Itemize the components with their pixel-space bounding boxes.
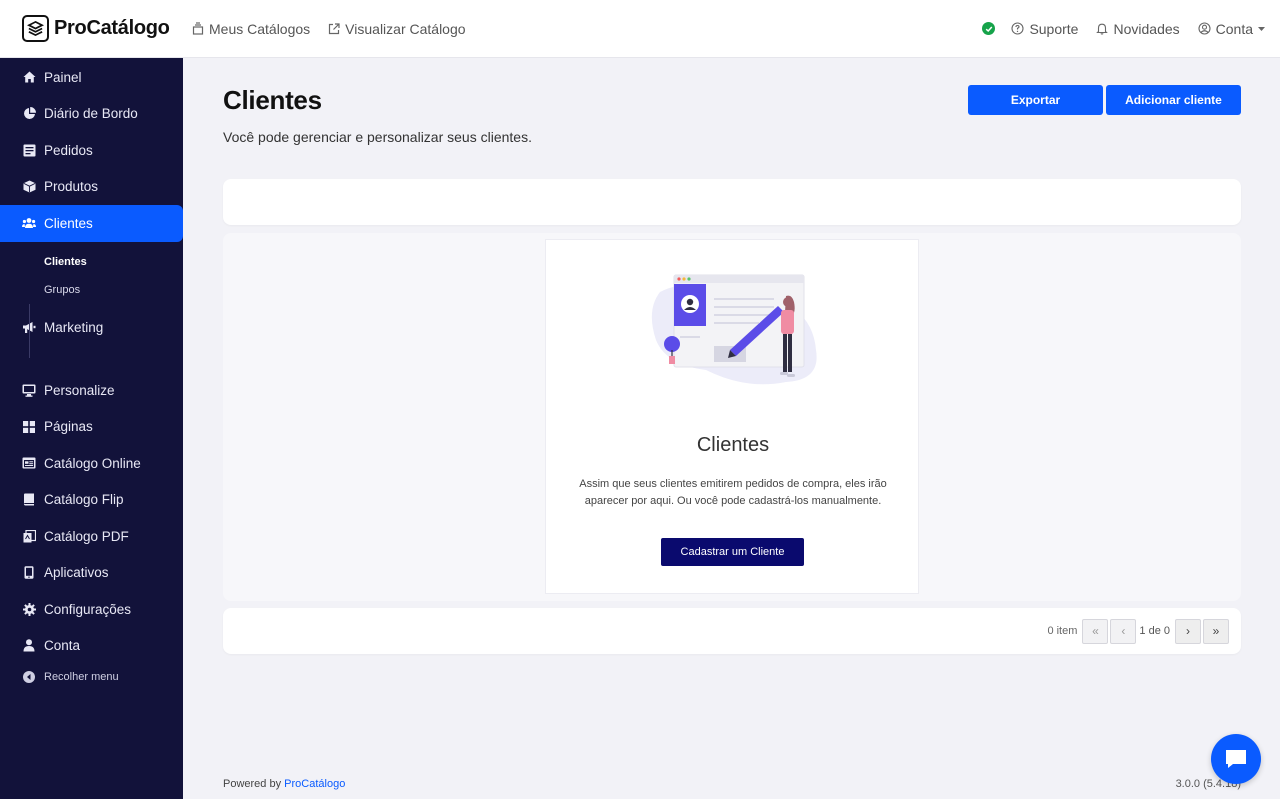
pagination: 0 item « ‹ 1 de 0 › » <box>223 608 1241 654</box>
logo-icon <box>22 15 49 42</box>
sidebar-item-catalogo-online[interactable]: Catálogo Online <box>0 445 183 482</box>
news-label: Novidades <box>1113 20 1180 37</box>
register-client-button[interactable]: Cadastrar um Cliente <box>661 538 804 566</box>
nav-meus-catalogos-label: Meus Catálogos <box>209 20 311 37</box>
nav-visualizar-catalogo-label: Visualizar Catálogo <box>345 20 466 37</box>
submenu-guide-line <box>29 304 30 358</box>
sidebar-item-catalogo-pdf[interactable]: Catálogo PDF <box>0 518 183 555</box>
sidebar-item-aplicativos[interactable]: Aplicativos <box>0 555 183 592</box>
status-check-icon <box>982 22 996 35</box>
procatalogo-link[interactable]: ProCatálogo <box>284 778 345 790</box>
sidebar-item-label: Catálogo Online <box>44 455 141 471</box>
news-link[interactable]: Novidades <box>1096 20 1180 37</box>
next-page-button[interactable]: › <box>1175 618 1201 644</box>
logo[interactable]: ProCatálogo <box>22 15 192 42</box>
monitor-icon <box>22 383 36 397</box>
item-count: 0 item <box>1047 625 1078 637</box>
sidebar-item-label: Pedidos <box>44 142 93 158</box>
stack-icon <box>192 22 204 35</box>
help-circle-icon <box>1011 22 1024 35</box>
main-content: Clientes Você pode gerenciar e personali… <box>183 58 1280 799</box>
sidebar-item-label: Conta <box>44 638 81 654</box>
sidebar-item-produtos[interactable]: Produtos <box>0 169 183 206</box>
collapse-menu-label: Recolher menu <box>44 671 119 683</box>
clients-list-area: Clientes Assim que seus clientes emitire… <box>223 233 1241 601</box>
page-indicator: 1 de 0 <box>1139 625 1170 637</box>
sidebar-item-painel[interactable]: Painel <box>0 59 183 96</box>
support-label: Suporte <box>1029 20 1079 37</box>
nav-visualizar-catalogo[interactable]: Visualizar Catálogo <box>328 20 466 37</box>
support-link[interactable]: Suporte <box>1011 21 1078 37</box>
sidebar-item-pedidos[interactable]: Pedidos <box>0 132 183 169</box>
users-icon <box>22 216 36 230</box>
sidebar-subitem-grupos[interactable]: Grupos <box>0 276 183 305</box>
last-page-button[interactable]: » <box>1203 618 1229 644</box>
first-page-button[interactable]: « <box>1082 618 1109 644</box>
top-bar: ProCatálogo Meus Catálogos Visualizar Ca… <box>0 0 1280 58</box>
chat-bubble-icon <box>1226 750 1246 768</box>
user-icon <box>22 639 36 653</box>
grid-icon <box>22 420 36 434</box>
sidebar-item-label: Catálogo Flip <box>44 492 124 508</box>
gear-icon <box>22 602 36 616</box>
pagination-bar: 0 item « ‹ 1 de 0 › » <box>223 608 1241 654</box>
sidebar-item-personalize[interactable]: Personalize <box>0 372 183 409</box>
prev-page-button[interactable]: ‹ <box>1110 618 1137 644</box>
top-right: Suporte Novidades Conta <box>982 21 1266 37</box>
sidebar-item-label: Personalize <box>44 382 115 398</box>
collapse-arrow-icon <box>22 670 36 684</box>
export-button[interactable]: Exportar <box>968 85 1103 115</box>
pie-chart-icon <box>22 107 36 121</box>
logo-text: ProCatálogo <box>54 17 170 39</box>
sidebar-item-label: Marketing <box>44 320 104 336</box>
user-circle-icon <box>1198 22 1211 35</box>
external-link-icon <box>329 22 340 34</box>
caret-down-icon <box>1258 26 1265 31</box>
box-icon <box>22 180 36 194</box>
empty-state-text: Assim que seus clientes emitirem pedidos… <box>579 478 887 507</box>
sidebar-item-label: Páginas <box>44 419 93 435</box>
page-subtitle: Você pode gerenciar e personalizar seus … <box>223 129 532 145</box>
sidebar-item-label: Catálogo PDF <box>44 528 129 544</box>
account-label: Conta <box>1215 20 1253 37</box>
page-title: Clientes <box>223 85 322 115</box>
sidebar-item-paginas[interactable]: Páginas <box>0 409 183 446</box>
mobile-icon <box>22 566 36 580</box>
bell-icon <box>1096 23 1109 35</box>
sidebar-item-label: Configurações <box>44 601 132 617</box>
pdf-icon <box>22 529 36 543</box>
sidebar-item-configuracoes[interactable]: Configurações <box>0 591 183 628</box>
sidebar-item-diario-de-bordo[interactable]: Diário de Bordo <box>0 96 183 133</box>
sidebar-item-label: Painel <box>44 69 82 85</box>
list-icon <box>22 143 36 157</box>
account-menu[interactable]: Conta <box>1198 21 1266 37</box>
browser-icon <box>22 456 36 470</box>
sidebar: Painel Diário de Bordo Pedidos Produtos … <box>0 58 183 799</box>
collapse-menu-button[interactable]: Recolher menu <box>0 664 183 690</box>
top-nav: Meus Catálogos Visualizar Catálogo <box>192 21 484 37</box>
sidebar-item-label: Diário de Bordo <box>44 106 138 122</box>
chat-button[interactable] <box>1211 734 1261 784</box>
sidebar-item-label: Clientes <box>44 215 93 231</box>
empty-state-illustration <box>651 274 817 385</box>
sidebar-item-clientes[interactable]: Clientes <box>0 205 183 242</box>
filter-bar <box>223 179 1241 225</box>
empty-state-card: Clientes Assim que seus clientes emitire… <box>545 239 919 594</box>
book-icon <box>22 493 36 507</box>
sidebar-item-label: Aplicativos <box>44 565 109 581</box>
sidebar-item-label: Produtos <box>44 179 99 195</box>
sidebar-item-catalogo-flip[interactable]: Catálogo Flip <box>0 482 183 519</box>
sidebar-item-conta[interactable]: Conta <box>0 628 183 665</box>
footer-powered-by: Powered by ProCatálogo <box>223 778 345 790</box>
nav-meus-catalogos[interactable]: Meus Catálogos <box>192 21 310 37</box>
sidebar-item-marketing[interactable]: Marketing <box>0 310 183 347</box>
empty-state-title: Clientes <box>696 434 770 456</box>
sidebar-subitem-clientes[interactable]: Clientes <box>0 248 183 277</box>
add-client-button[interactable]: Adicionar cliente <box>1106 85 1241 115</box>
home-icon <box>22 70 36 84</box>
powered-by-text: Powered by <box>223 778 282 790</box>
